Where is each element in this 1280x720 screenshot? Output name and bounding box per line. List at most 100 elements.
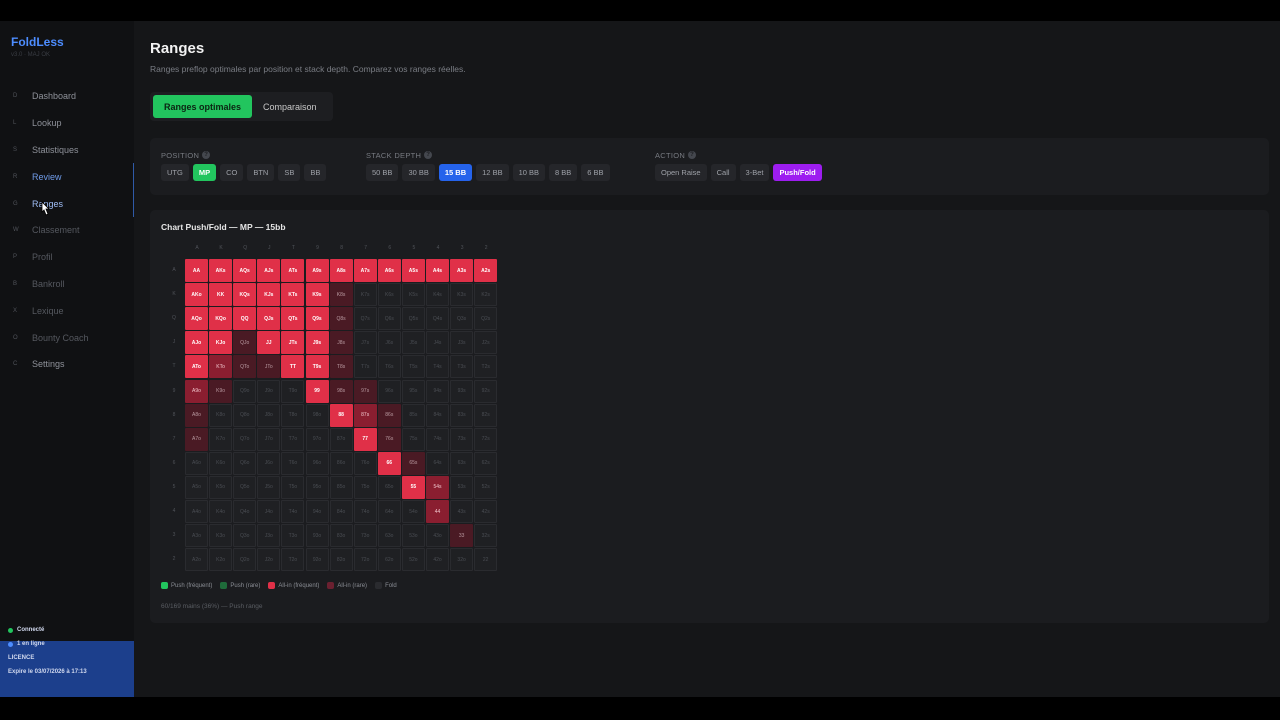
hand-cell[interactable]: K3o	[209, 524, 233, 548]
hand-cell[interactable]: 99	[305, 379, 329, 403]
stack-chip-6-bb[interactable]: 6 BB	[581, 164, 610, 181]
hand-cell[interactable]: 85o	[329, 475, 353, 499]
hand-cell[interactable]: 44	[426, 500, 449, 523]
help-icon[interactable]: ?	[688, 151, 697, 159]
hand-cell[interactable]: 22	[474, 548, 498, 572]
hand-cell[interactable]: 75s	[401, 427, 425, 451]
hand-cell[interactable]: J6o	[257, 451, 281, 475]
hand-cell[interactable]: J3o	[257, 524, 281, 548]
sidebar-item-bankroll[interactable]: B Bankroll	[0, 271, 134, 298]
hand-cell[interactable]: TT	[281, 355, 305, 379]
hand-cell[interactable]: 62s	[474, 451, 498, 475]
tab-ranges-optimales[interactable]: Ranges optimales	[153, 95, 253, 118]
hand-cell[interactable]: 53o	[401, 524, 425, 548]
hand-cell[interactable]: 87s	[353, 403, 377, 427]
hand-cell[interactable]: 62o	[377, 548, 401, 572]
hand-cell[interactable]: J2o	[257, 548, 281, 572]
hand-cell[interactable]: A6s	[377, 259, 401, 282]
hand-cell[interactable]: T8o	[281, 403, 305, 427]
hand-cell[interactable]: 72s	[474, 427, 498, 451]
hand-cell[interactable]: A3o	[185, 524, 208, 548]
hand-cell[interactable]: K6o	[209, 451, 233, 475]
hand-cell[interactable]: A5o	[185, 475, 208, 499]
hand-cell[interactable]: A5s	[401, 259, 425, 282]
hand-cell[interactable]: Q3s	[450, 307, 474, 331]
help-icon[interactable]: ?	[202, 151, 211, 159]
hand-cell[interactable]: Q4s	[426, 307, 449, 331]
hand-cell[interactable]: 73s	[450, 427, 474, 451]
hand-cell[interactable]: 32s	[474, 524, 498, 548]
hand-cell[interactable]: 77	[353, 427, 377, 451]
tab-comparaison[interactable]: Comparaison	[252, 95, 328, 118]
hand-cell[interactable]: KJs	[257, 283, 281, 307]
hand-cell[interactable]: 66	[377, 451, 401, 475]
hand-cell[interactable]: 93o	[305, 524, 329, 548]
hand-cell[interactable]: T3o	[281, 524, 305, 548]
hand-cell[interactable]: 75o	[353, 475, 377, 499]
hand-cell[interactable]: K6s	[377, 283, 401, 307]
hand-cell[interactable]: K4o	[209, 500, 233, 523]
hand-cell[interactable]: ATs	[281, 259, 305, 282]
hand-cell[interactable]: 65s	[401, 451, 425, 475]
hand-cell[interactable]: J9s	[305, 331, 329, 355]
hand-cell[interactable]: Q7s	[353, 307, 377, 331]
hand-cell[interactable]: T4s	[426, 355, 449, 379]
hand-cell[interactable]: T9o	[281, 379, 305, 403]
hand-cell[interactable]: 76o	[353, 451, 377, 475]
hand-cell[interactable]: 83s	[450, 403, 474, 427]
hand-cell[interactable]: KTs	[281, 283, 305, 307]
hand-cell[interactable]: Q8o	[233, 403, 257, 427]
hand-cell[interactable]: AKo	[185, 283, 208, 307]
hand-cell[interactable]: AKs	[209, 259, 233, 282]
sidebar-item-review[interactable]: R Review	[0, 163, 134, 190]
hand-cell[interactable]: JTo	[257, 355, 281, 379]
hand-cell[interactable]: T2s	[474, 355, 498, 379]
hand-cell[interactable]: 82s	[474, 403, 498, 427]
hand-cell[interactable]: T4o	[281, 500, 305, 523]
hand-cell[interactable]: J2s	[474, 331, 498, 355]
hand-cell[interactable]: JTs	[281, 331, 305, 355]
hand-cell[interactable]: J9o	[257, 379, 281, 403]
hand-cell[interactable]: T5o	[281, 475, 305, 499]
sidebar-item-settings[interactable]: C Settings	[0, 351, 134, 378]
sidebar-item-lookup[interactable]: L Lookup	[0, 110, 134, 137]
position-chip-bb[interactable]: BB	[304, 164, 327, 181]
hand-cell[interactable]: 32o	[450, 548, 474, 572]
hand-cell[interactable]: J6s	[377, 331, 401, 355]
stack-chip-50-bb[interactable]: 50 BB	[366, 164, 399, 181]
hand-cell[interactable]: T6o	[281, 451, 305, 475]
hand-cell[interactable]: K2s	[474, 283, 498, 307]
hand-cell[interactable]: AJo	[185, 331, 208, 355]
hand-cell[interactable]: 88	[329, 403, 353, 427]
hand-cell[interactable]: K9s	[305, 283, 329, 307]
position-chip-sb[interactable]: SB	[278, 164, 301, 181]
hand-cell[interactable]: Q6s	[377, 307, 401, 331]
position-chip-mp[interactable]: MP	[192, 164, 217, 181]
hand-cell[interactable]: A9o	[185, 379, 208, 403]
hand-cell[interactable]: J8s	[329, 331, 353, 355]
hand-cell[interactable]: J8o	[257, 403, 281, 427]
hand-cell[interactable]: 72o	[353, 548, 377, 572]
hand-cell[interactable]: KQs	[233, 283, 257, 307]
stack-chip-15-bb[interactable]: 15 BB	[438, 164, 473, 181]
hand-cell[interactable]: 52o	[401, 548, 425, 572]
hand-cell[interactable]: K5s	[401, 283, 425, 307]
action-chip-call[interactable]: Call	[710, 164, 736, 181]
hand-cell[interactable]: 97o	[305, 427, 329, 451]
hand-cell[interactable]: J4o	[257, 500, 281, 523]
hand-cell[interactable]: A4o	[185, 500, 208, 523]
hand-cell[interactable]: 64s	[426, 451, 449, 475]
hand-cell[interactable]: 86s	[377, 403, 401, 427]
hand-cell[interactable]: 42o	[426, 548, 449, 572]
hand-cell[interactable]: 55	[401, 475, 425, 499]
hand-cell[interactable]: T6s	[377, 355, 401, 379]
hand-cell[interactable]: AA	[185, 259, 208, 282]
sidebar-item-dashboard[interactable]: D Dashboard	[0, 83, 134, 110]
hand-cell[interactable]: T9s	[305, 355, 329, 379]
hand-cell[interactable]: J7s	[353, 331, 377, 355]
position-chip-co[interactable]: CO	[220, 164, 244, 181]
hand-cell[interactable]: 33	[450, 524, 474, 548]
hand-cell[interactable]: A2o	[185, 548, 208, 572]
hand-cell[interactable]: 98o	[305, 403, 329, 427]
sidebar-item-lexique[interactable]: X Lexique	[0, 297, 134, 324]
